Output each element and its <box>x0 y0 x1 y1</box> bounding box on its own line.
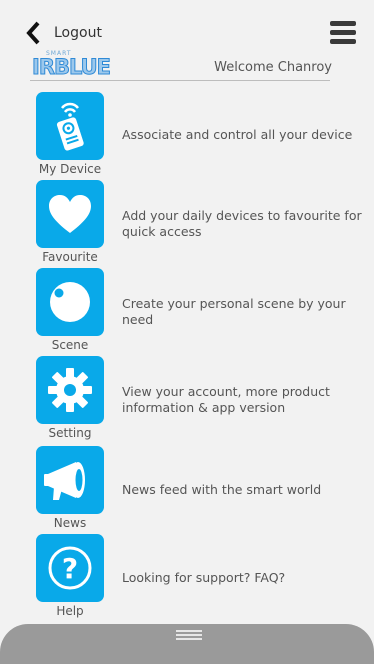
news-label: News <box>53 516 87 530</box>
menu-item-favourite[interactable]: Favourite Add your daily devices to favo… <box>36 180 362 266</box>
drawer-handle-icon[interactable] <box>176 630 202 642</box>
help-description: Looking for support? FAQ? <box>122 570 286 585</box>
favourite-label: Favourite <box>42 250 98 264</box>
menu-item-scene[interactable]: Scene Create your personal scene by your… <box>36 268 346 354</box>
heart-icon <box>49 195 91 233</box>
setting-tile[interactable] <box>36 356 104 424</box>
my-device-tile[interactable] <box>36 92 104 160</box>
news-description: News feed with the smart world <box>122 482 322 497</box>
welcome-text: Welcome Chanroy <box>214 60 332 75</box>
menu-item-news[interactable]: News News feed with the smart world <box>36 446 336 532</box>
menu-item-my-device[interactable]: My Device Associate and control all your… <box>36 92 352 178</box>
gear-icon <box>48 368 92 412</box>
my-device-label: My Device <box>38 162 102 176</box>
megaphone-icon <box>44 462 85 500</box>
logout-button[interactable]: Logout <box>26 18 116 48</box>
favourite-tile[interactable] <box>36 180 104 248</box>
setting-description: View your account, more product informat… <box>122 384 330 415</box>
svg-text:?: ? <box>62 552 78 585</box>
help-label: Help <box>56 604 84 618</box>
bottom-drawer-bar[interactable] <box>0 624 374 664</box>
header-divider <box>30 80 330 81</box>
scene-label: Scene <box>51 338 89 352</box>
setting-label: Setting <box>48 426 92 440</box>
news-tile[interactable] <box>36 446 104 514</box>
my-device-description: Associate and control all your device <box>122 127 353 142</box>
scene-circle-icon <box>50 282 90 322</box>
header: Logout SMART IRBLUE Welcome Chanroy <box>0 0 374 86</box>
question-icon: ? <box>48 546 92 590</box>
menu-item-setting[interactable]: Setting View your account, more product … <box>36 356 336 442</box>
favourite-description: Add your daily devices to favourite for … <box>122 208 362 239</box>
scene-description: Create your personal scene by your need <box>122 296 346 327</box>
scene-tile[interactable] <box>36 268 104 336</box>
help-tile[interactable]: ? <box>36 534 104 602</box>
logout-label: Logout <box>54 25 102 41</box>
app-logo: SMART IRBLUE <box>31 50 111 80</box>
back-chevron-icon <box>26 21 40 45</box>
remote-icon <box>56 102 84 151</box>
menu-item-help[interactable]: ? Help Looking for support? FAQ? <box>36 534 336 620</box>
hamburger-menu-icon[interactable] <box>330 21 358 47</box>
